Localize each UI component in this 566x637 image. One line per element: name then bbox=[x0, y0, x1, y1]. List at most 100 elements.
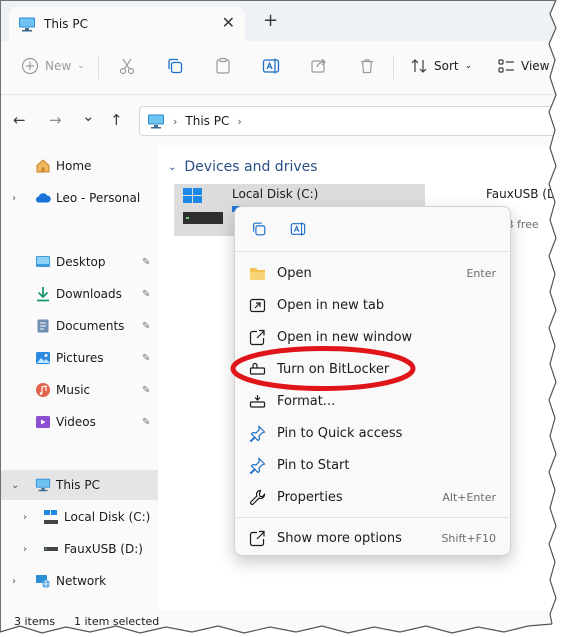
pin-icon bbox=[249, 424, 266, 442]
windows-drive-icon bbox=[183, 188, 223, 224]
home-icon bbox=[36, 159, 50, 173]
sidebar-item-onedrive[interactable]: › Leo - Personal bbox=[1, 183, 158, 213]
tab-this-pc[interactable]: This PC ✕ bbox=[9, 7, 245, 41]
sidebar-item-downloads[interactable]: Downloads ✎ bbox=[1, 279, 158, 309]
sidebar-item-music[interactable]: Music ✎ bbox=[1, 375, 158, 405]
command-bar: New ⌄ Sort ⌄ View bbox=[1, 41, 556, 95]
status-selection: 1 item selected bbox=[74, 615, 160, 628]
menu-item-pin-to-start[interactable]: Pin to Start bbox=[239, 450, 508, 480]
rename-icon[interactable] bbox=[290, 221, 306, 237]
download-icon bbox=[37, 287, 49, 302]
open-new-window-icon bbox=[249, 329, 265, 345]
this-pc-icon bbox=[35, 478, 51, 492]
back-arrow-icon[interactable]: ← bbox=[13, 111, 26, 129]
share-button[interactable] bbox=[310, 57, 328, 75]
menu-divider bbox=[235, 251, 512, 252]
pin-icon[interactable]: ✎ bbox=[142, 289, 150, 300]
drive-name: Local Disk (C:) bbox=[232, 187, 319, 201]
pin-icon[interactable]: ✎ bbox=[142, 385, 150, 396]
menu-item-open[interactable]: Open Enter bbox=[239, 258, 508, 288]
sidebar-item-label: Downloads bbox=[56, 287, 122, 301]
sort-button-label: Sort bbox=[434, 59, 459, 73]
sidebar-item-local-disk-c[interactable]: › Local Disk (C:) bbox=[1, 502, 158, 532]
chevron-right-icon[interactable]: › bbox=[23, 544, 27, 555]
this-pc-icon bbox=[148, 114, 164, 128]
forward-arrow-icon[interactable]: → bbox=[49, 111, 62, 129]
sort-icon bbox=[411, 59, 427, 73]
sidebar-item-network[interactable]: › Network bbox=[1, 566, 158, 596]
menu-divider bbox=[235, 517, 512, 518]
sidebar-item-pictures[interactable]: Pictures ✎ bbox=[1, 343, 158, 373]
pin-icon[interactable]: ✎ bbox=[142, 353, 150, 364]
menu-item-show-more-options[interactable]: Show more options Shift+F10 bbox=[239, 523, 508, 553]
cut-button[interactable] bbox=[118, 57, 136, 75]
menu-item-pin-to-quick-access[interactable]: Pin to Quick access bbox=[239, 418, 508, 448]
sidebar-item-label: Local Disk (C:) bbox=[64, 510, 151, 524]
cut-icon bbox=[119, 58, 135, 75]
chevron-down-icon[interactable]: ⌄ bbox=[11, 480, 19, 491]
menu-item-format[interactable]: Format... bbox=[239, 386, 508, 416]
format-drive-icon bbox=[249, 394, 266, 408]
this-pc-icon bbox=[19, 17, 35, 31]
sidebar-item-label: Home bbox=[56, 159, 92, 173]
pin-icon bbox=[249, 456, 266, 474]
sidebar-item-videos[interactable]: Videos ✎ bbox=[1, 407, 158, 437]
menu-item-shortcut: Enter bbox=[466, 266, 496, 280]
sidebar-item-label: This PC bbox=[56, 478, 100, 492]
breadcrumb-this-pc[interactable]: This PC bbox=[185, 114, 229, 128]
chevron-right-icon[interactable]: › bbox=[23, 512, 27, 523]
breadcrumb-separator[interactable]: › bbox=[237, 115, 241, 128]
usb-drive-icon bbox=[44, 547, 58, 551]
chevron-down-icon: ⌄ bbox=[77, 61, 85, 71]
view-button[interactable]: View bbox=[497, 57, 549, 75]
sidebar-item-label: Documents bbox=[56, 319, 125, 333]
pictures-icon bbox=[36, 352, 50, 364]
toolbar-divider bbox=[98, 55, 99, 79]
pin-icon[interactable]: ✎ bbox=[142, 417, 150, 428]
pin-icon[interactable]: ✎ bbox=[142, 321, 150, 332]
new-tab-icon[interactable]: + bbox=[263, 12, 278, 30]
delete-button[interactable] bbox=[358, 57, 376, 75]
sidebar-item-documents[interactable]: Documents ✎ bbox=[1, 311, 158, 341]
new-button[interactable]: New ⌄ bbox=[21, 57, 85, 75]
wrench-icon bbox=[249, 489, 266, 505]
pin-icon[interactable]: ✎ bbox=[142, 257, 150, 268]
menu-item-properties[interactable]: Properties Alt+Enter bbox=[239, 482, 508, 512]
address-bar[interactable]: › This PC › bbox=[139, 106, 556, 136]
share-icon bbox=[311, 58, 326, 73]
menu-item-open-in-new-tab[interactable]: Open in new tab bbox=[239, 290, 508, 320]
rename-button[interactable] bbox=[262, 57, 280, 75]
chevron-right-icon[interactable]: › bbox=[12, 576, 16, 587]
copy-icon[interactable] bbox=[251, 221, 267, 237]
sidebar-item-label: Music bbox=[56, 383, 91, 397]
up-arrow-icon[interactable]: ↑ bbox=[110, 111, 123, 129]
paste-button[interactable] bbox=[214, 57, 232, 75]
menu-item-label: Pin to Start bbox=[277, 457, 350, 473]
network-icon bbox=[36, 575, 50, 588]
desktop-icon bbox=[36, 256, 50, 267]
sidebar-item-this-pc[interactable]: ⌄ This PC bbox=[1, 470, 158, 500]
sort-button[interactable]: Sort ⌄ bbox=[410, 57, 472, 75]
bitlocker-key-icon bbox=[249, 362, 266, 375]
view-icon bbox=[498, 59, 514, 73]
menu-item-label: Show more options bbox=[277, 530, 402, 546]
menu-item-open-in-new-window[interactable]: Open in new window bbox=[239, 322, 508, 352]
music-icon bbox=[36, 383, 50, 397]
group-header-devices-and-drives[interactable]: ⌄ Devices and drives bbox=[168, 159, 318, 175]
folder-open-icon bbox=[250, 267, 265, 280]
show-more-options-icon bbox=[249, 530, 265, 546]
title-bar: This PC ✕ + bbox=[1, 1, 556, 41]
close-tab-icon[interactable]: ✕ bbox=[222, 15, 235, 31]
menu-item-turn-on-bitlocker[interactable]: Turn on BitLocker bbox=[239, 354, 508, 384]
sidebar-item-desktop[interactable]: Desktop ✎ bbox=[1, 247, 158, 277]
videos-icon bbox=[36, 416, 50, 428]
chevron-right-icon[interactable]: › bbox=[12, 193, 16, 204]
recent-locations-icon[interactable]: ⌄ bbox=[82, 107, 95, 125]
onedrive-cloud-icon bbox=[35, 193, 51, 203]
sidebar-item-home[interactable]: Home bbox=[1, 151, 158, 181]
copy-button[interactable] bbox=[166, 57, 184, 75]
tab-title: This PC bbox=[44, 17, 88, 31]
navigation-bar: ← → ⌄ ↑ › This PC › bbox=[1, 95, 556, 147]
sidebar-item-fauxusb-d[interactable]: › FauxUSB (D:) bbox=[1, 534, 158, 564]
breadcrumb-separator[interactable]: › bbox=[173, 115, 177, 128]
